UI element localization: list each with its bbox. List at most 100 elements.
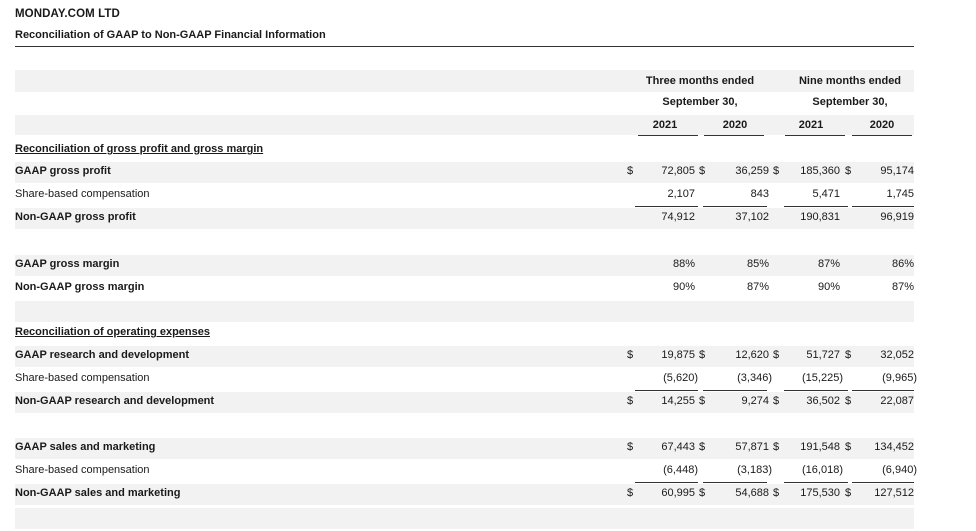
year-header-underline xyxy=(638,135,698,136)
table-row: Non-GAAP sales and marketing $60,995 $54,6… xyxy=(15,483,914,503)
table-row: Share-based compensation 2,107 843 5,471 1,7… xyxy=(15,184,914,204)
row-label: Reconciliation of operating expenses xyxy=(15,326,210,338)
value-cell: (9,965) xyxy=(882,372,917,384)
year-header: 2021 xyxy=(798,119,824,131)
value-cell: 87% xyxy=(891,281,914,293)
value-cell: 1,745 xyxy=(886,188,914,200)
table-row: Share-based compensation (5,620) (3,346) (1… xyxy=(15,368,917,388)
table-row xyxy=(15,414,914,434)
row-label: GAAP research and development xyxy=(15,349,190,361)
dollar-sign: $ xyxy=(627,441,634,453)
year-header: 2020 xyxy=(869,119,895,131)
value-cell: 57,871 xyxy=(735,441,769,453)
table-row: Non-GAAP research and development $14,255… xyxy=(15,391,914,411)
table-row xyxy=(15,300,914,320)
dollar-sign: $ xyxy=(845,349,852,361)
value-cell: (15,225) xyxy=(802,372,843,384)
dollar-sign: $ xyxy=(627,349,634,361)
dollar-sign: $ xyxy=(773,441,780,453)
value-cell: 5,471 xyxy=(812,188,840,200)
table-row: Non-GAAP gross margin 90% 87% 90% 87% xyxy=(15,277,914,297)
section-header-row: Reconciliation of operating expenses xyxy=(15,322,914,342)
value-cell: 19,875 xyxy=(661,349,695,361)
nine-months-header-line1: Nine months ended xyxy=(798,75,902,87)
dollar-sign: $ xyxy=(699,441,706,453)
row-label: GAAP gross profit xyxy=(15,165,111,177)
table-row: GAAP research and development $19,875 $12,… xyxy=(15,345,914,365)
row-label: Non-GAAP gross profit xyxy=(15,211,136,223)
value-cell: 96,919 xyxy=(880,211,914,223)
value-cell: 185,360 xyxy=(800,165,840,177)
dollar-sign: $ xyxy=(627,395,634,407)
value-cell: 60,995 xyxy=(661,487,695,499)
value-cell: 134,452 xyxy=(874,441,914,453)
row-label: Non-GAAP research and development xyxy=(15,395,215,407)
value-cell: 36,259 xyxy=(735,165,769,177)
dollar-sign: $ xyxy=(699,395,706,407)
table-row: Non-GAAP gross profit 74,912 37,102 190,831… xyxy=(15,207,914,227)
dollar-sign: $ xyxy=(845,441,852,453)
value-cell: 51,727 xyxy=(806,349,840,361)
row-label: Share-based compensation xyxy=(15,464,150,476)
dollar-sign: $ xyxy=(773,395,780,407)
value-cell: 12,620 xyxy=(735,349,769,361)
value-cell: 36,502 xyxy=(806,395,840,407)
value-cell: (6,940) xyxy=(882,464,917,476)
page: { "header": { "company": "MONDAY.COM LTD… xyxy=(0,0,976,531)
value-cell: 95,174 xyxy=(880,165,914,177)
value-cell: 86% xyxy=(891,258,914,270)
dollar-sign: $ xyxy=(627,165,634,177)
title-rule xyxy=(15,46,914,47)
value-cell: 85% xyxy=(746,258,769,270)
nine-months-header-line2: September 30, xyxy=(812,96,888,108)
value-cell: 32,052 xyxy=(880,349,914,361)
value-cell: 87% xyxy=(746,281,769,293)
dollar-sign: $ xyxy=(845,487,852,499)
company-name: MONDAY.COM LTD xyxy=(15,8,120,20)
value-cell: 2,107 xyxy=(667,188,695,200)
value-cell: 190,831 xyxy=(800,211,840,223)
row-label: Share-based compensation xyxy=(15,188,150,200)
row-label: Reconciliation of gross profit and gross… xyxy=(15,143,264,155)
row-label: GAAP gross margin xyxy=(15,258,120,270)
row-band xyxy=(15,508,914,529)
value-cell: 9,274 xyxy=(741,395,769,407)
section-header-row: Reconciliation of gross profit and gross… xyxy=(15,139,914,159)
table-row: Share-based compensation (6,448) (3,183) (1… xyxy=(15,460,917,480)
value-cell: 127,512 xyxy=(874,487,914,499)
value-cell: (5,620) xyxy=(663,372,698,384)
year-header-underline xyxy=(785,135,845,136)
year-header-underline xyxy=(704,135,764,136)
year-header: 2021 xyxy=(652,119,678,131)
value-cell: 74,912 xyxy=(661,211,695,223)
value-cell: 90% xyxy=(672,281,695,293)
dollar-sign: $ xyxy=(627,487,634,499)
three-months-header-line1: Three months ended xyxy=(645,75,755,87)
row-label: GAAP sales and marketing xyxy=(15,441,156,453)
value-cell: 14,255 xyxy=(661,395,695,407)
value-cell: (3,183) xyxy=(737,464,772,476)
dollar-sign: $ xyxy=(699,349,706,361)
value-cell: 88% xyxy=(672,258,695,270)
header-band xyxy=(15,115,914,135)
value-cell: 67,443 xyxy=(661,441,695,453)
dollar-sign: $ xyxy=(699,165,706,177)
table-row xyxy=(15,230,914,250)
three-months-header-line2: September 30, xyxy=(662,96,738,108)
value-cell: 54,688 xyxy=(735,487,769,499)
dollar-sign: $ xyxy=(773,165,780,177)
table-row: GAAP sales and marketing $67,443 $57,871 $1… xyxy=(15,437,914,457)
value-cell: 90% xyxy=(817,281,840,293)
report-title: Reconciliation of GAAP to Non-GAAP Finan… xyxy=(15,29,326,41)
value-cell: (6,448) xyxy=(663,464,698,476)
value-cell: (16,018) xyxy=(802,464,843,476)
value-cell: 22,087 xyxy=(880,395,914,407)
row-label: Share-based compensation xyxy=(15,372,150,384)
dollar-sign: $ xyxy=(773,487,780,499)
value-cell: 191,548 xyxy=(800,441,840,453)
value-cell: (3,346) xyxy=(737,372,772,384)
value-cell: 843 xyxy=(750,188,769,200)
dollar-sign: $ xyxy=(845,395,852,407)
value-cell: 37,102 xyxy=(735,211,769,223)
value-cell: 72,805 xyxy=(661,165,695,177)
